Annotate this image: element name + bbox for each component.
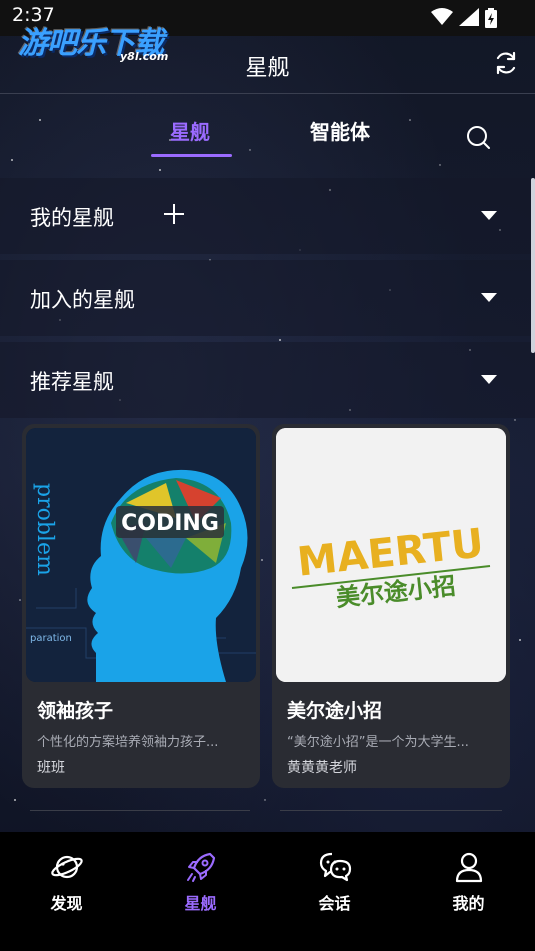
tab-agents[interactable]: 智能体	[310, 116, 370, 145]
planet-icon	[50, 855, 83, 879]
tab-active-indicator	[151, 154, 232, 157]
starship-card[interactable]: CODING problem paration 领袖孩子 个性化的方案培养领袖力…	[22, 424, 260, 788]
refresh-icon[interactable]	[493, 50, 519, 76]
card-description: “美尔途小招”是一个为大学生...	[287, 735, 469, 750]
card-author: 班班	[37, 760, 65, 776]
section-label: 我的星舰	[30, 206, 114, 230]
caret-down-icon[interactable]	[481, 293, 497, 302]
nav-discover[interactable]: 发现	[0, 832, 133, 922]
nav-starships[interactable]: 星舰	[134, 832, 267, 922]
nav-chat[interactable]: 会话	[268, 832, 401, 922]
starship-card[interactable]: MAERTU 美尔途小招 美尔途小招 “美尔途小招”是一个为大学生... 黄黄黄…	[272, 424, 510, 788]
chat-icon	[319, 852, 351, 882]
bottom-nav: 发现 星舰 会话 我的	[0, 832, 535, 951]
rocket-icon	[186, 852, 215, 882]
nav-label: 会话	[318, 894, 351, 913]
divider	[30, 810, 250, 811]
card-image-maertu: MAERTU 美尔途小招	[276, 428, 506, 682]
section-joined-starships[interactable]: 加入的星舰	[0, 260, 535, 336]
user-icon	[455, 852, 482, 883]
plus-icon[interactable]	[163, 203, 185, 225]
signal-icon	[459, 8, 479, 26]
card-image-coding: CODING problem paration	[26, 428, 256, 682]
status-icons	[431, 8, 497, 28]
card-author: 黄黄黄老师	[287, 760, 357, 776]
nav-me[interactable]: 我的	[402, 832, 535, 922]
search-icon[interactable]	[465, 124, 491, 150]
card-title: 领袖孩子	[37, 700, 114, 722]
scrollbar[interactable]	[531, 178, 535, 353]
section-my-starships[interactable]: 我的星舰	[0, 178, 535, 254]
tab-starships[interactable]: 星舰	[170, 116, 210, 145]
wifi-icon	[431, 8, 453, 25]
card-title: 美尔途小招	[287, 700, 383, 722]
caret-down-icon[interactable]	[481, 211, 497, 220]
caret-down-icon[interactable]	[481, 375, 497, 384]
battery-icon	[485, 8, 497, 28]
problem-image-text: problem	[32, 483, 57, 576]
section-label: 加入的星舰	[30, 288, 135, 312]
coding-image-text: CODING	[121, 511, 219, 536]
nav-label: 发现	[50, 894, 83, 913]
child-coding-illustration: CODING problem paration	[26, 428, 256, 682]
nav-label: 我的	[452, 894, 485, 913]
divider	[280, 810, 502, 811]
tab-bar: 星舰 智能体	[0, 94, 535, 178]
section-recommended-starships[interactable]: 推荐星舰	[0, 342, 535, 418]
card-description: 个性化的方案培养领袖力孩子...	[37, 735, 219, 750]
watermark-url: y8l.com	[120, 50, 169, 63]
nav-label: 星舰	[184, 894, 217, 913]
maertu-logo: MAERTU 美尔途小招	[276, 428, 506, 682]
paration-image-text: paration	[30, 633, 72, 644]
section-label: 推荐星舰	[30, 370, 114, 394]
